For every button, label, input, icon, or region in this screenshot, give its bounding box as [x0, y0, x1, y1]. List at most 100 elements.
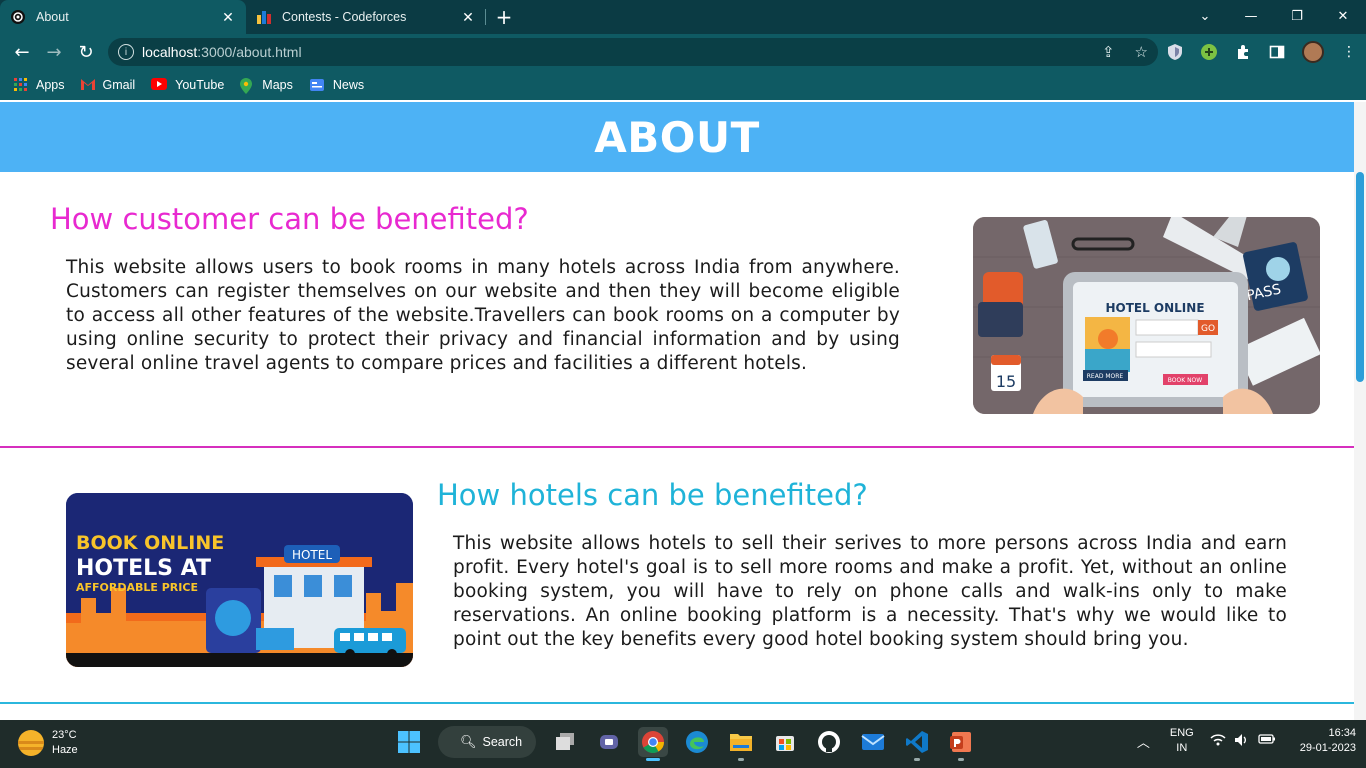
menu-kebab-icon[interactable]: ⋮ — [1340, 43, 1358, 61]
browser-toolbar: ← → ↻ i localhost:3000/about.html ⇪ ☆ ⋮ — [0, 34, 1366, 70]
bookmarks-bar: Apps Gmail YouTube Maps News — [0, 70, 1366, 100]
wifi-icon — [1210, 733, 1226, 750]
bookmark-youtube[interactable]: YouTube — [151, 78, 224, 92]
hotel-online-heading: HOTEL ONLINE — [1105, 301, 1204, 315]
volume-icon — [1234, 733, 1250, 750]
omnibox-actions: ⇪ ☆ — [1102, 43, 1148, 61]
section-paragraph: This website allows users to book rooms … — [66, 257, 900, 374]
window-controls: ⌄ — ❐ ✕ — [1182, 0, 1366, 34]
close-window-icon[interactable]: ✕ — [1320, 0, 1366, 32]
read-more-label: READ MORE — [1087, 373, 1124, 380]
hotel-sign-text: HOTEL — [292, 548, 332, 562]
vscode-icon[interactable] — [902, 727, 932, 761]
tab-codeforces[interactable]: Contests - Codeforces ✕ — [246, 0, 486, 34]
haze-weather-icon — [18, 730, 44, 756]
weather-temperature: 23°C — [52, 729, 77, 741]
language-code: ENG — [1169, 727, 1194, 739]
bookmark-label: YouTube — [175, 78, 225, 92]
page-viewport: ABOUT How customer can be benefited? Thi… — [0, 102, 1354, 720]
banner-line3: AFFORDABLE PRICE — [76, 581, 198, 594]
show-hidden-icons-icon[interactable]: ︿ — [1137, 732, 1150, 751]
bookmark-label: Apps — [36, 78, 65, 92]
search-icon: 🔍︎ — [460, 734, 477, 749]
microsoft-store-icon[interactable] — [770, 727, 800, 757]
green-extension-icon[interactable] — [1200, 43, 1218, 61]
active-indicator — [646, 758, 660, 761]
tab-search-icon[interactable]: ⌄ — [1182, 0, 1228, 32]
clock-time: 16:34 — [1328, 727, 1356, 739]
bookmark-label: Gmail — [102, 78, 136, 92]
site-favicon-icon — [10, 9, 26, 25]
github-icon[interactable] — [814, 727, 844, 757]
forward-icon[interactable]: → — [38, 36, 70, 68]
running-indicator — [738, 758, 744, 761]
book-now-label: BOOK NOW — [1168, 377, 1203, 384]
hotel-benefits-section: BOOK ONLINE HOTELS AT AFFORDABLE PRICE H… — [0, 448, 1354, 704]
bookmark-apps[interactable]: Apps — [14, 78, 65, 92]
puzzle-extensions-icon[interactable] — [1234, 43, 1252, 61]
bookmark-news[interactable]: News — [309, 78, 364, 92]
go-label: GO — [1201, 324, 1215, 334]
weather-widget[interactable]: 23°C Haze — [18, 728, 78, 758]
youtube-icon — [151, 78, 168, 92]
language-indicator[interactable]: ENG IN — [1170, 726, 1194, 756]
section-paragraph: This website allows hotels to sell their… — [453, 533, 1287, 650]
apps-grid-icon — [14, 78, 28, 92]
new-tab-button[interactable]: + — [486, 0, 522, 34]
side-panel-icon[interactable] — [1268, 43, 1286, 61]
minimize-icon[interactable]: — — [1228, 0, 1274, 32]
back-icon[interactable]: ← — [6, 36, 38, 68]
page-scrollbar[interactable] — [1354, 102, 1366, 720]
maps-pin-icon — [240, 78, 254, 94]
gmail-icon — [80, 78, 95, 92]
mail-icon[interactable] — [858, 727, 888, 757]
close-tab-icon[interactable]: ✕ — [220, 9, 236, 26]
taskbar-apps: 🔍︎ Search — [394, 726, 976, 761]
share-icon[interactable]: ⇪ — [1102, 43, 1115, 61]
bookmark-gmail[interactable]: Gmail — [80, 78, 136, 92]
bookmark-label: News — [332, 78, 365, 92]
site-info-icon[interactable]: i — [118, 44, 134, 60]
tab-about[interactable]: About ✕ — [0, 0, 246, 34]
calendar-date: 15 — [996, 372, 1016, 391]
running-indicator — [914, 758, 920, 761]
url-host: localhost — [142, 44, 198, 60]
file-explorer-icon[interactable] — [726, 727, 756, 761]
weather-description: Haze — [52, 744, 78, 756]
tab-title: Contests - Codeforces — [282, 10, 407, 24]
scrollbar-thumb[interactable] — [1356, 172, 1364, 382]
banner-line1: BOOK ONLINE — [76, 532, 224, 554]
address-bar[interactable]: i localhost:3000/about.html ⇪ ☆ — [108, 38, 1158, 66]
task-view-icon[interactable] — [550, 727, 580, 757]
teams-chat-icon[interactable] — [594, 727, 624, 757]
search-label: Search — [482, 735, 523, 749]
codeforces-favicon-icon — [256, 9, 272, 25]
battery-icon — [1258, 733, 1276, 750]
extensions-area: ⋮ — [1166, 41, 1358, 63]
system-tray: ︿ ENG IN 16:34 29-01-2023 — [1137, 726, 1356, 756]
reload-icon[interactable]: ↻ — [70, 36, 102, 68]
browser-tab-strip: About ✕ Contests - Codeforces ✕ + ⌄ — ❐ … — [0, 0, 1366, 34]
powerpoint-icon[interactable] — [946, 727, 976, 761]
start-button[interactable] — [394, 727, 424, 757]
page-title: ABOUT — [594, 112, 760, 162]
clock-date: 29-01-2023 — [1299, 742, 1356, 754]
clock[interactable]: 16:34 29-01-2023 — [1300, 726, 1356, 756]
region-code: IN — [1176, 742, 1188, 754]
quick-settings[interactable] — [1210, 733, 1276, 750]
bookmark-maps[interactable]: Maps — [240, 78, 293, 94]
bookmark-star-icon[interactable]: ☆ — [1135, 43, 1148, 61]
chrome-icon[interactable] — [638, 727, 668, 761]
customer-benefits-section: How customer can be benefited? This webs… — [0, 172, 1354, 448]
section-title: How hotels can be benefited? — [437, 478, 868, 512]
url-path: :3000/about.html — [197, 44, 302, 60]
running-indicator — [958, 758, 964, 761]
restore-icon[interactable]: ❐ — [1274, 0, 1320, 32]
hotel-online-image: PASS HOTEL ONLINE GO READ MORE BOOK NOW — [973, 217, 1320, 414]
taskbar-search[interactable]: 🔍︎ Search — [438, 726, 536, 758]
shield-extension-icon[interactable] — [1166, 43, 1184, 61]
about-header: ABOUT — [0, 102, 1354, 172]
close-tab-icon[interactable]: ✕ — [460, 9, 476, 26]
profile-avatar[interactable] — [1302, 41, 1324, 63]
edge-icon[interactable] — [682, 727, 712, 757]
